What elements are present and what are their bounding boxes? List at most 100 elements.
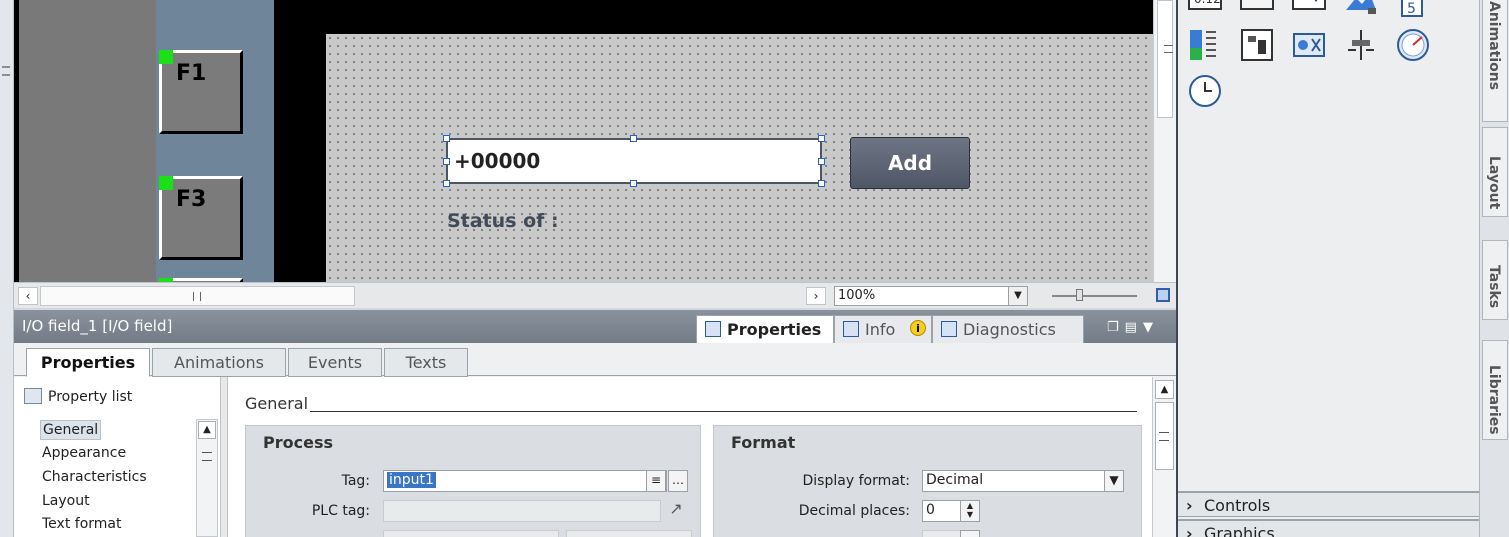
resize-handle-s[interactable] [630, 180, 637, 187]
function-key-label: F3 [176, 187, 207, 212]
tag-list-button[interactable]: ≡ [646, 470, 666, 492]
screen-canvas[interactable]: +00000 Add Status of : [326, 34, 1153, 282]
zoom-dropdown-button[interactable]: ▼ [1008, 286, 1028, 306]
toolbox-section-graphics[interactable]: › Graphics [1178, 519, 1481, 537]
field-length-stepper [960, 530, 980, 537]
scroll-up-button[interactable]: ▲ [1155, 380, 1174, 399]
nav-scrollbar[interactable]: ▲ [196, 419, 218, 537]
io-field-element[interactable]: +00000 [446, 138, 822, 184]
io-field-icon[interactable]: 0.12 [1188, 0, 1222, 20]
decimal-places-stepper[interactable]: ▲ ▼ [960, 500, 980, 522]
panel-grip[interactable] [2, 66, 10, 76]
bar-icon[interactable] [1188, 28, 1222, 62]
tab-properties[interactable]: Properties [696, 315, 834, 344]
decimal-places-label: Decimal places: [798, 503, 910, 519]
display-format-dropdown[interactable]: ▼ [1104, 470, 1124, 492]
scroll-up-button[interactable]: ▲ [198, 421, 216, 439]
subtab-texts[interactable]: Texts [384, 348, 468, 377]
resize-handle-sw[interactable] [443, 180, 450, 187]
zoom-slider[interactable] [1052, 289, 1137, 301]
clock-5-icon[interactable]: 5 [1396, 0, 1430, 20]
property-list-toggle[interactable]: Property list [24, 388, 132, 405]
pane-splitter[interactable] [220, 377, 228, 537]
tab-diagnostics[interactable]: Diagnostics [932, 315, 1084, 344]
editor-vertical-scrollbar[interactable] [1153, 0, 1176, 282]
left-collapsed-panel[interactable] [0, 0, 14, 537]
clock-icon[interactable] [1188, 74, 1222, 108]
toolbox-section-controls[interactable]: › Controls [1178, 491, 1481, 517]
scroll-left-button[interactable]: ‹ [18, 287, 38, 305]
symbolic-io-icon[interactable] [1292, 0, 1326, 20]
tab-libraries[interactable]: Libraries [1482, 340, 1508, 440]
float-window-icon[interactable]: ❐ [1107, 320, 1125, 335]
display-format-label: Display format: [802, 473, 910, 489]
scroll-thumb[interactable] [1157, 0, 1173, 118]
resize-handle-nw[interactable] [443, 135, 450, 142]
thumb-grip-icon [1159, 432, 1169, 441]
section-label: Graphics [1204, 524, 1275, 537]
io-field-value: +00000 [454, 149, 541, 173]
graphic-view-icon[interactable] [1344, 0, 1378, 20]
list-icon: ≡ [650, 473, 662, 487]
task-card-tabs: Animations Layout Tasks Libraries [1479, 0, 1509, 537]
section-label: Controls [1204, 496, 1271, 515]
goto-arrow-icon[interactable]: ↗ [666, 500, 686, 522]
add-button[interactable]: Add [850, 137, 970, 189]
switch-icon[interactable] [1240, 28, 1274, 62]
tab-layout[interactable]: Layout [1482, 127, 1508, 217]
property-list-icon [24, 388, 42, 404]
window-controls[interactable]: ❐▤▼ [1107, 320, 1159, 335]
maximize-icon[interactable]: ▤ [1125, 320, 1143, 335]
nav-item-characteristics[interactable]: Characteristics [40, 468, 149, 486]
group-title: Process [263, 433, 333, 452]
subtab-properties[interactable]: Properties [26, 348, 150, 377]
properties-icon [705, 321, 721, 337]
tab-label: Properties [727, 320, 822, 339]
property-content: General Process Tag: input1 ≡ … PLC tag:… [228, 377, 1152, 537]
chevron-left-icon: ‹ [25, 289, 31, 303]
nav-item-appearance[interactable]: Appearance [40, 444, 128, 462]
chevron-up-icon: ▲ [1160, 384, 1169, 395]
subtab-animations[interactable]: Animations [152, 348, 286, 377]
zoom-to-fit-icon[interactable] [1156, 288, 1170, 302]
inspector-title: I/O field_1 [I/O field] [22, 317, 173, 335]
horizontal-scroll-thumb[interactable] [40, 286, 355, 306]
tab-animations[interactable]: Animations [1482, 0, 1508, 122]
nav-item-general[interactable]: General [40, 420, 102, 440]
slider-icon[interactable] [1344, 28, 1378, 62]
function-key-f3[interactable]: F3 [159, 176, 243, 260]
tab-label: Diagnostics [963, 320, 1056, 339]
address-field [383, 530, 559, 537]
resize-handle-ne[interactable] [818, 135, 825, 142]
tag-browse-button[interactable]: … [668, 470, 688, 492]
tia-portal-window: F1 F3 +00000 Add Status of : ‹ › 100% ▼ … [0, 0, 1509, 537]
resize-handle-se[interactable] [818, 180, 825, 187]
resize-handle-n[interactable] [630, 135, 637, 142]
nav-item-layout[interactable]: Layout [40, 492, 92, 510]
function-key-f1[interactable]: F1 [159, 50, 243, 134]
gauge-icon[interactable] [1396, 28, 1430, 62]
info-icon [843, 321, 859, 337]
section-divider [310, 411, 1137, 412]
scroll-right-button[interactable]: › [806, 287, 826, 305]
resize-handle-w[interactable] [443, 158, 450, 165]
decimal-places-input[interactable]: 0 [922, 500, 962, 522]
zoom-input[interactable]: 100% [834, 286, 1014, 306]
tab-label: Layout [1486, 156, 1502, 210]
nav-item-text-format[interactable]: Text format [40, 515, 123, 533]
tag-input[interactable]: input1 [383, 470, 667, 492]
button-icon[interactable] [1240, 0, 1274, 20]
thumb-grip-icon [1164, 45, 1173, 53]
display-format-select[interactable]: Decimal [922, 470, 1108, 492]
content-scrollbar[interactable]: ▲ [1152, 377, 1176, 537]
plc-tag-field [383, 500, 661, 522]
zoom-slider-knob[interactable] [1076, 289, 1083, 301]
chevron-right-icon: › [1186, 496, 1193, 515]
chevron-down-icon[interactable]: ▼ [1143, 320, 1159, 335]
subtab-events[interactable]: Events [288, 348, 382, 377]
graphic-io-icon[interactable] [1292, 28, 1326, 62]
tab-tasks[interactable]: Tasks [1482, 240, 1508, 320]
resize-handle-e[interactable] [818, 158, 825, 165]
status-label[interactable]: Status of : [447, 210, 559, 232]
diagnostics-icon [941, 321, 957, 337]
